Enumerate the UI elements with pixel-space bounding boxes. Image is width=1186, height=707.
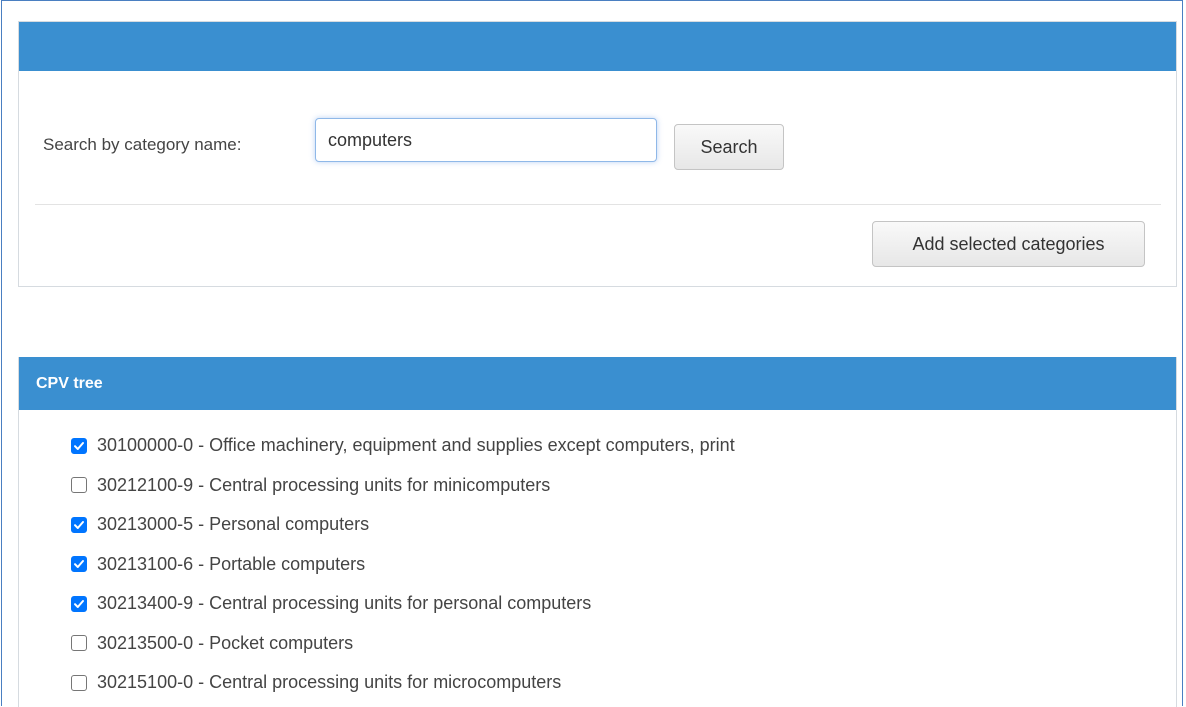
tree-item-label: 30215100-0 - Central processing units fo… [97,672,562,693]
checkbox-unchecked[interactable] [71,674,87,691]
checkbox-checked[interactable] [71,556,87,573]
tree-item[interactable]: 30213100-6 - Portable computers [71,545,735,585]
cpv-tree-list: 30100000-0 - Office machinery, equipment… [71,426,735,703]
checkbox-unchecked[interactable] [71,635,87,652]
checkbox-checked[interactable] [71,437,87,454]
search-row: Search by category name: Search [19,118,1176,170]
checkbox-unchecked[interactable] [71,477,87,494]
search-button[interactable]: Search [674,124,784,170]
search-label: Search by category name: [43,135,242,154]
tree-item-label: 30213500-0 - Pocket computers [97,632,354,653]
checkmark-icon [74,560,84,569]
checkbox-checked[interactable] [71,595,87,612]
tree-item[interactable]: 30212100-9 - Central processing units fo… [71,466,735,506]
tree-item-label: 30213000-5 - Personal computers [97,514,370,535]
tree-item[interactable]: 30213500-0 - Pocket computers [71,624,735,664]
checkmark-icon [74,599,84,608]
tree-item[interactable]: 30215100-0 - Central processing units fo… [71,663,735,703]
cpv-tree-header: CPV tree [19,357,1176,410]
checkmark-icon [74,441,84,450]
tree-item-label: 30100000-0 - Office machinery, equipment… [97,435,735,456]
tree-item[interactable]: 30213400-9 - Central processing units fo… [71,584,735,624]
tree-item[interactable]: 30213000-5 - Personal computers [71,505,735,545]
tree-item[interactable]: 30100000-0 - Office machinery, equipment… [71,426,735,466]
tree-item-label: 30212100-9 - Central processing units fo… [97,474,551,495]
cpv-tree-panel: CPV tree 30100000-0 - Office machinery, … [18,357,1177,707]
page-frame: Search by category name: Search Add sele… [1,0,1183,707]
search-panel: Search by category name: Search Add sele… [18,21,1177,287]
checkbox-checked[interactable] [71,516,87,533]
tree-item-label: 30213100-6 - Portable computers [97,553,366,574]
checkmark-icon [74,520,84,529]
search-panel-header [19,22,1176,71]
search-input[interactable] [315,118,657,162]
tree-item-label: 30213400-9 - Central processing units fo… [97,593,592,614]
add-selected-categories-button[interactable]: Add selected categories [872,221,1145,267]
divider [35,204,1161,205]
